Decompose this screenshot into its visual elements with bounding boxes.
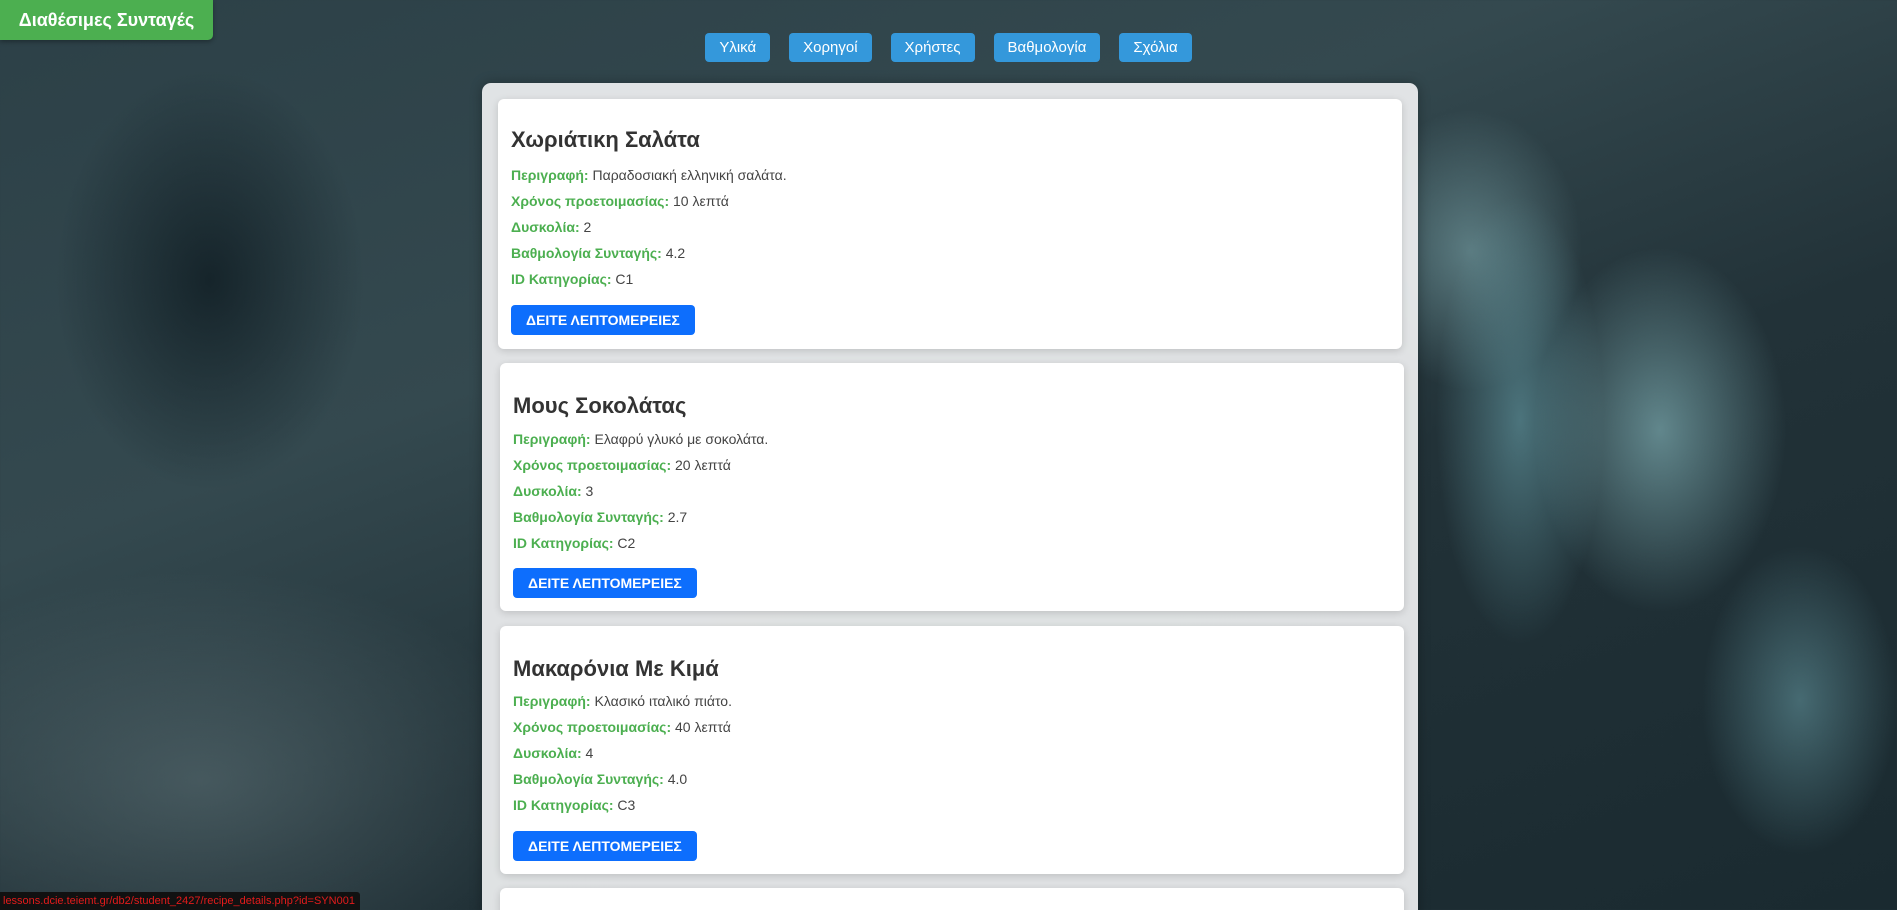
- recipe-card: Μακαρόνια Με Κιμά Περιγραφή: Κλασικό ιτα…: [500, 626, 1404, 874]
- difficulty-label: Δυσκολία:: [511, 219, 580, 235]
- view-details-button[interactable]: ΔΕΙΤΕ ΛΕΠΤΟΜΕΡΕΙΕΣ: [511, 305, 695, 335]
- recipe-difficulty: Δυσκολία: 4: [513, 745, 593, 761]
- recipe-prep-time: Χρόνος προετοιμασίας: 40 λεπτά: [513, 719, 731, 735]
- prep-time-label: Χρόνος προετοιμασίας:: [513, 719, 672, 735]
- rating-value: 4.2: [665, 245, 686, 261]
- difficulty-value: 3: [585, 483, 594, 499]
- prep-time-label: Χρόνος προετοιμασίας:: [513, 457, 672, 473]
- recipe-prep-time: Χρόνος προετοιμασίας: 10 λεπτά: [511, 193, 729, 209]
- category-value: C1: [615, 271, 634, 287]
- description-label: Περιγραφή:: [513, 431, 591, 447]
- difficulty-value: 4: [585, 745, 594, 761]
- nav-users-button[interactable]: Χρήστες: [890, 33, 975, 62]
- description-value: Ελαφρύ γλυκό με σοκολάτα.: [594, 431, 769, 447]
- recipe-category: ID Κατηγορίας: C1: [511, 271, 633, 287]
- category-label: ID Κατηγορίας:: [511, 271, 612, 287]
- recipe-description: Περιγραφή: Ελαφρύ γλυκό με σοκολάτα.: [513, 431, 768, 447]
- prep-time-label: Χρόνος προετοιμασίας:: [511, 193, 670, 209]
- category-value: C2: [617, 535, 636, 551]
- recipe-title: Μακαρόνια Με Κιμά: [513, 656, 719, 681]
- recipe-title: Χωριάτικη Σαλάτα: [511, 127, 700, 152]
- recipe-rating: Βαθμολογία Συνταγής: 4.0: [513, 771, 687, 787]
- recipe-difficulty: Δυσκολία: 2: [511, 219, 591, 235]
- recipe-category: ID Κατηγορίας: C3: [513, 797, 635, 813]
- recipe-difficulty: Δυσκολία: 3: [513, 483, 593, 499]
- description-label: Περιγραφή:: [513, 693, 591, 709]
- recipe-rating: Βαθμολογία Συνταγής: 2.7: [513, 509, 687, 525]
- difficulty-value: 2: [583, 219, 592, 235]
- recipe-rating: Βαθμολογία Συνταγής: 4.2: [511, 245, 685, 261]
- category-value: C3: [617, 797, 636, 813]
- rating-value: 4.0: [667, 771, 688, 787]
- recipe-description: Περιγραφή: Κλασικό ιταλικό πιάτο.: [513, 693, 732, 709]
- nav-sponsors-button[interactable]: Χορηγοί: [789, 33, 872, 62]
- difficulty-label: Δυσκολία:: [513, 483, 582, 499]
- category-label: ID Κατηγορίας:: [513, 797, 614, 813]
- difficulty-label: Δυσκολία:: [513, 745, 582, 761]
- nav-comments-button[interactable]: Σχόλια: [1119, 33, 1192, 62]
- recipe-card: Χωριάτικη Σαλάτα Περιγραφή: Παραδοσιακή …: [498, 99, 1402, 349]
- nav-ratings-button[interactable]: Βαθμολογία: [993, 33, 1101, 62]
- prep-time-value: 40 λεπτά: [675, 719, 731, 735]
- prep-time-value: 20 λεπτά: [675, 457, 731, 473]
- description-value: Κλασικό ιταλικό πιάτο.: [594, 693, 732, 709]
- rating-label: Βαθμολογία Συνταγής:: [513, 771, 664, 787]
- prep-time-value: 10 λεπτά: [673, 193, 729, 209]
- rating-value: 2.7: [667, 509, 688, 525]
- rating-label: Βαθμολογία Συνταγής:: [511, 245, 662, 261]
- description-value: Παραδοσιακή ελληνική σαλάτα.: [592, 167, 787, 183]
- status-bar-url: lessons.dcie.teiemt.gr/db2/student_2427/…: [0, 892, 360, 910]
- recipe-prep-time: Χρόνος προετοιμασίας: 20 λεπτά: [513, 457, 731, 473]
- view-details-button[interactable]: ΔΕΙΤΕ ΛΕΠΤΟΜΕΡΕΙΕΣ: [513, 568, 697, 598]
- category-label: ID Κατηγορίας:: [513, 535, 614, 551]
- description-label: Περιγραφή:: [511, 167, 589, 183]
- recipe-card: Μους Σοκολάτας Περιγραφή: Ελαφρύ γλυκό μ…: [500, 363, 1404, 611]
- top-nav: Υλικά Χορηγοί Χρήστες Βαθμολογία Σχόλια: [0, 33, 1897, 62]
- recipe-title: Μους Σοκολάτας: [513, 393, 687, 418]
- recipe-card: [500, 888, 1404, 910]
- nav-ingredients-button[interactable]: Υλικά: [705, 33, 771, 62]
- recipe-description: Περιγραφή: Παραδοσιακή ελληνική σαλάτα.: [511, 167, 787, 183]
- rating-label: Βαθμολογία Συνταγής:: [513, 509, 664, 525]
- recipe-category: ID Κατηγορίας: C2: [513, 535, 635, 551]
- view-details-button[interactable]: ΔΕΙΤΕ ΛΕΠΤΟΜΕΡΕΙΕΣ: [513, 831, 697, 861]
- recipes-panel: Χωριάτικη Σαλάτα Περιγραφή: Παραδοσιακή …: [482, 83, 1418, 910]
